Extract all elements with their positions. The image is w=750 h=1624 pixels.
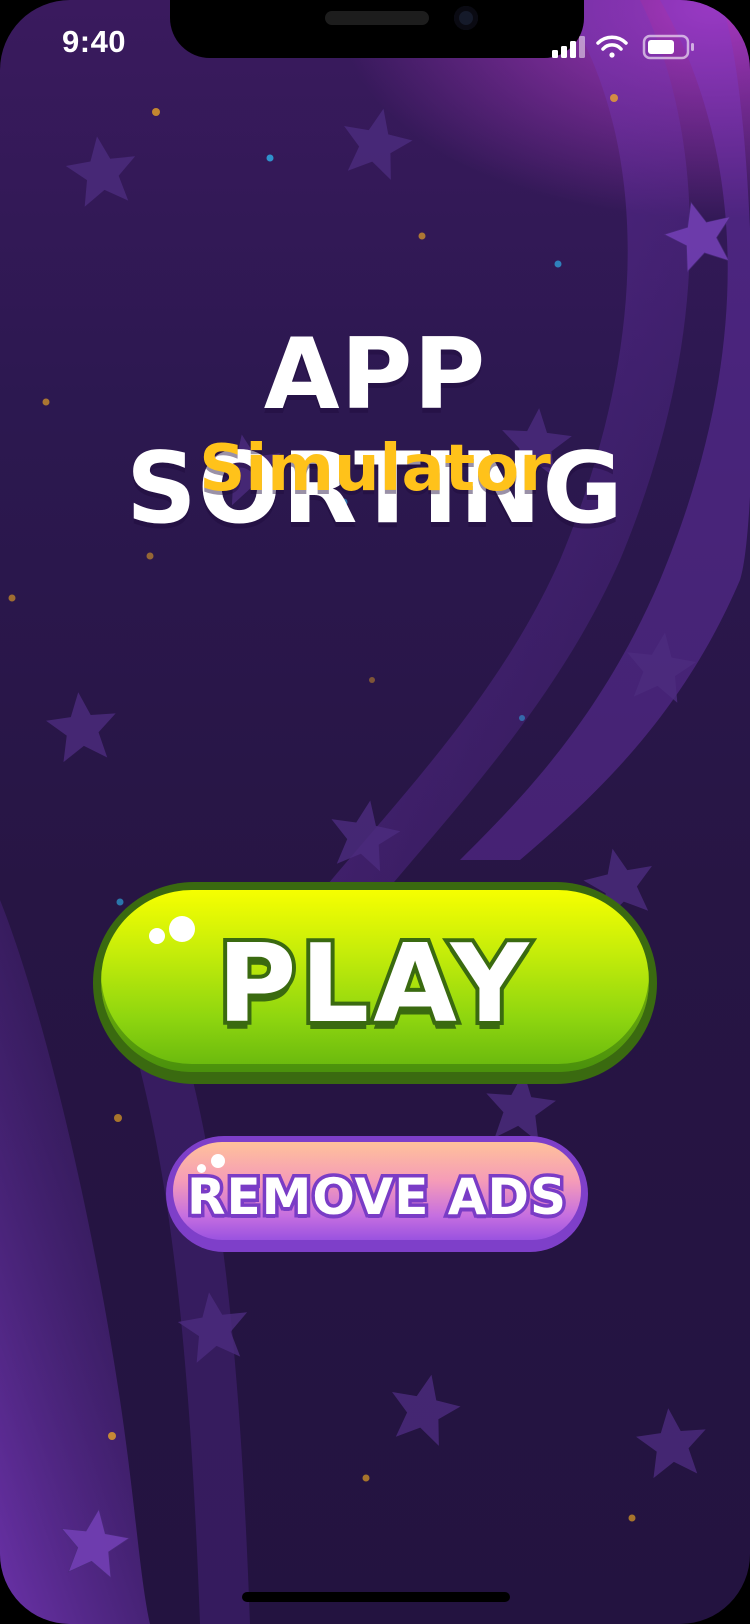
shine-dot bbox=[211, 1154, 225, 1168]
front-camera bbox=[454, 6, 478, 30]
game-screen: 9:40 APP SORTING Simulator PLAY REMOVE A… bbox=[0, 0, 750, 1624]
speaker-grille bbox=[325, 11, 429, 25]
remove-ads-button[interactable]: REMOVE ADS bbox=[166, 1136, 588, 1252]
signal-icon bbox=[552, 36, 585, 58]
remove-ads-button-face: REMOVE ADS bbox=[173, 1142, 581, 1240]
remove-ads-button-label: REMOVE ADS bbox=[183, 1165, 569, 1230]
background-decor bbox=[0, 0, 750, 1624]
play-button-label: PLAY bbox=[213, 918, 533, 1051]
home-indicator[interactable] bbox=[242, 1592, 510, 1602]
game-subtitle: Simulator bbox=[199, 432, 551, 506]
notch bbox=[170, 0, 584, 58]
status-icons bbox=[552, 34, 694, 60]
play-button-face: PLAY bbox=[101, 890, 649, 1072]
play-button[interactable]: PLAY bbox=[93, 882, 657, 1084]
wifi-icon bbox=[596, 35, 628, 58]
status-time: 9:40 bbox=[62, 24, 127, 59]
battery-icon bbox=[642, 34, 694, 60]
